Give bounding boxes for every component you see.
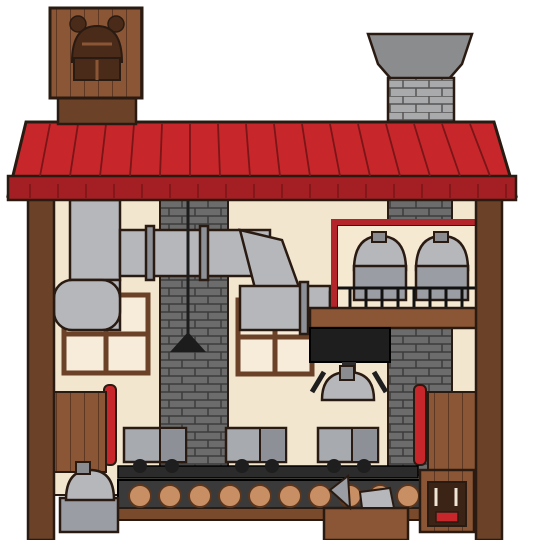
side-wall-right <box>427 391 477 473</box>
exit-crate <box>418 468 476 534</box>
helmet-2 <box>414 231 470 302</box>
roof <box>6 120 519 202</box>
balcony-ledge <box>308 306 482 330</box>
red-post-right <box>413 384 427 466</box>
factory-illustration <box>6 6 519 540</box>
side-wall-left <box>53 391 107 473</box>
post-left <box>26 193 56 540</box>
post-right <box>474 193 504 540</box>
helmet-sign-icon <box>69 15 125 81</box>
chimney <box>366 32 474 125</box>
factory-scene <box>0 0 540 540</box>
